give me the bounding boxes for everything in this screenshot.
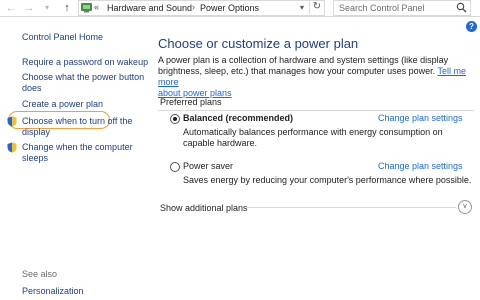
breadcrumb-power-options[interactable]: Power Options	[200, 2, 259, 14]
recent-locations-icon[interactable]: ▾	[40, 1, 54, 15]
shield-icon	[7, 116, 17, 127]
plan-name-power-saver[interactable]: Power saver	[183, 161, 233, 172]
intro-line: A power plan is a collection of hardware…	[158, 55, 449, 65]
power-saver-radio[interactable]	[170, 162, 180, 172]
back-arrow-icon[interactable]: ←	[4, 1, 18, 15]
main-content: Choose or customize a power plan A power…	[158, 16, 480, 300]
control-panel-icon	[81, 3, 92, 13]
breadcrumb-overflow[interactable]: «	[94, 1, 99, 14]
show-additional-plans[interactable]: Show additional plans	[160, 203, 248, 213]
breadcrumb-dropdown-icon[interactable]: ▾	[300, 1, 304, 14]
intro-text: A power plan is a collection of hardware…	[158, 55, 470, 99]
sidebar-item-label: sleeps	[22, 153, 49, 163]
plan-desc-balanced: Automatically balances performance with …	[183, 127, 443, 137]
control-panel-home-link[interactable]: Control Panel Home	[22, 32, 103, 43]
change-plan-settings-power-saver[interactable]: Change plan settings	[378, 161, 463, 172]
sidebar-item-label: Create a power plan	[22, 99, 104, 109]
balanced-radio[interactable]	[170, 114, 180, 124]
refresh-icon[interactable]: ↻	[309, 0, 324, 14]
sidebar-item-create-power-plan[interactable]: Create a power plan	[22, 99, 103, 110]
sidebar-item-turn-off-display[interactable]: Choose when to turn off the display	[22, 116, 132, 138]
sidebar-item-label: display	[22, 127, 51, 137]
chevron-down-icon[interactable]: v	[458, 200, 472, 214]
change-plan-settings-balanced[interactable]: Change plan settings	[378, 113, 463, 124]
plan-desc-balanced-2: capable hardware.	[183, 138, 258, 148]
personalization-link[interactable]: Personalization	[22, 286, 84, 296]
section-divider	[246, 207, 456, 208]
page-title: Choose or customize a power plan	[158, 36, 359, 51]
shield-icon	[7, 142, 17, 153]
preferred-plans-heading: Preferred plans	[160, 97, 222, 107]
forward-arrow-icon[interactable]: →	[22, 1, 36, 15]
section-divider	[158, 110, 474, 111]
sidebar-item-label: Choose what the power button	[22, 72, 145, 82]
plan-name-balanced[interactable]: Balanced (recommended)	[183, 113, 293, 124]
breadcrumb-hardware-and-sound[interactable]: Hardware and Sound	[107, 2, 192, 14]
sidebar-item-label: Require a password on wakeup	[22, 57, 149, 67]
left-nav: Control Panel Home Require a password on…	[0, 16, 150, 300]
see-also-heading: See also	[22, 269, 58, 279]
search-icon[interactable]	[456, 2, 467, 13]
breadcrumb-separator[interactable]: ›	[192, 1, 195, 14]
sidebar-item-require-password[interactable]: Require a password on wakeup	[22, 57, 148, 68]
up-arrow-icon[interactable]: ↑	[60, 1, 74, 15]
plan-desc-power-saver: Saves energy by reducing your computer's…	[183, 175, 472, 185]
intro-line: brightness, sleep, etc.) that manages ho…	[158, 66, 436, 76]
search-input[interactable]: Search Control Panel	[333, 0, 471, 16]
sidebar-item-label: Choose when to turn off the	[22, 116, 133, 126]
address-bar: ← → ▾ ↑ « Hardware and Sound › Power Opt…	[0, 0, 480, 17]
search-placeholder: Search Control Panel	[339, 3, 425, 13]
sidebar-item-label: does	[22, 83, 42, 93]
sidebar-item-power-button[interactable]: Choose what the power button does	[22, 72, 144, 94]
sidebar-item-change-sleep[interactable]: Change when the computer sleeps	[22, 142, 133, 164]
breadcrumb[interactable]: « Hardware and Sound › Power Options ▾	[78, 0, 325, 16]
sidebar-item-label: Change when the computer	[22, 142, 133, 152]
